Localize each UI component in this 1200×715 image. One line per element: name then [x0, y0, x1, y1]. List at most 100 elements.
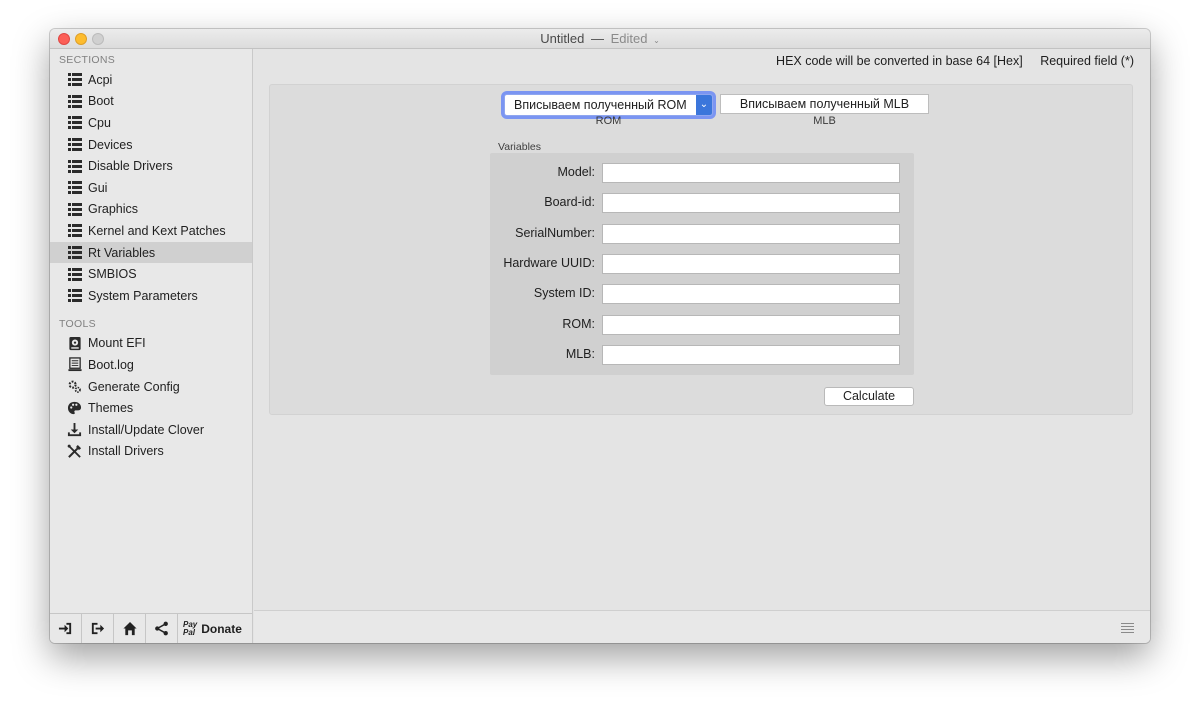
close-window-button[interactable]: [58, 33, 70, 45]
download-icon: [67, 422, 82, 437]
system-id-field[interactable]: [602, 284, 900, 305]
sidebar-item-boot[interactable]: Boot: [50, 91, 252, 113]
sidebar-item-graphics[interactable]: Graphics: [50, 199, 252, 221]
rom-label: ROM: [595, 115, 622, 127]
board-id-field[interactable]: [602, 193, 900, 214]
list-icon-wrap: [67, 223, 82, 238]
sidebar-item-label: Acpi: [88, 72, 113, 87]
list-icon-wrap: [67, 245, 82, 260]
sidebar-item-label: System Parameters: [88, 288, 198, 303]
list-icon: [67, 246, 82, 260]
donate-label: Donate: [201, 621, 242, 636]
sidebar-item-rt-variables[interactable]: Rt Variables: [50, 241, 252, 264]
export-icon: [91, 622, 105, 635]
export-button[interactable]: [82, 613, 114, 643]
zoom-window-button[interactable]: [92, 33, 104, 45]
disk-icon: [67, 336, 82, 351]
variable-label: Model:: [557, 165, 595, 179]
import-button[interactable]: [50, 613, 82, 643]
window-title: Untitled: [540, 31, 585, 46]
sidebar-tool-install-update-clover[interactable]: Install/Update Clover: [50, 419, 252, 441]
variable-label: MLB:: [565, 346, 595, 361]
variables-box: Model: Board-id: SerialNumber: Hardware UUI…: [490, 153, 914, 375]
sidebar-item-disable-drivers[interactable]: Disable Drivers: [50, 155, 252, 177]
sidebar-tool-install-drivers[interactable]: Install Drivers: [50, 441, 252, 463]
sidebar-tool-themes[interactable]: Themes: [50, 397, 252, 419]
share-button[interactable]: [146, 613, 178, 643]
hex-note: HEX code will be converted in base 64 [H…: [776, 54, 1023, 68]
list-icon: [67, 224, 82, 238]
variable-row-system-id: System ID:: [490, 284, 914, 305]
calculate-button[interactable]: Calculate: [824, 387, 914, 406]
model-field[interactable]: [602, 163, 900, 183]
sidebar-item-system-parameters[interactable]: System Parameters: [50, 285, 252, 307]
home-icon: [122, 621, 137, 636]
list-icon-wrap: [67, 72, 82, 87]
sidebar-item-smbios[interactable]: SMBIOS: [50, 263, 252, 285]
variable-row-model: Model:: [490, 163, 914, 183]
sidebar: SECTIONS Acpi Boot Cpu Devices Disable Drive…: [50, 49, 253, 643]
sidebar-item-label: Mount EFI: [88, 336, 146, 351]
palette-icon: [67, 401, 82, 416]
sidebar-item-label: Cpu: [88, 115, 111, 130]
sidebar-item-gui[interactable]: Gui: [50, 177, 252, 199]
sidebar-item-label: Disable Drivers: [88, 159, 173, 174]
rom-field[interactable]: [602, 314, 900, 335]
variable-row-board-id: Board-id:: [490, 193, 914, 214]
donate-button[interactable]: Pay Pal Donate: [178, 614, 251, 644]
menu-lines-icon[interactable]: [1121, 623, 1134, 635]
title-bar: Untitled — Edited ⌄: [50, 29, 1150, 49]
mlb-label: MLB: [813, 115, 836, 127]
title-separator: —: [590, 31, 604, 46]
serialnumber-field[interactable]: [602, 223, 900, 244]
sidebar-item-kernel-and-kext-patches[interactable]: Kernel and Kext Patches: [50, 220, 252, 242]
sections-list: Acpi Boot Cpu Devices Disable Drivers Gui Grap…: [50, 69, 252, 307]
variable-row-serialnumber: SerialNumber:: [490, 223, 914, 244]
hardware-uuid-field[interactable]: [602, 253, 900, 274]
info-bar: HEX code will be converted in base 64 [H…: [776, 54, 1134, 68]
rt-variables-panel: Вписываем полученный ROM ⌄ ROM Вписываем…: [269, 84, 1133, 415]
paypal-icon: Pay Pal: [183, 620, 197, 637]
share-icon: [155, 621, 168, 636]
sidebar-item-label: Rt Variables: [88, 245, 156, 260]
minimize-window-button[interactable]: [75, 33, 87, 45]
sidebar-item-label: Boot: [88, 94, 114, 109]
title-status: Edited: [610, 31, 648, 46]
chevron-down-icon[interactable]: ⌄: [696, 95, 712, 115]
sidebar-item-acpi[interactable]: Acpi: [50, 69, 252, 91]
list-icon: [67, 202, 82, 216]
sidebar-tool-generate-config[interactable]: Generate Config: [50, 376, 252, 398]
sidebar-item-label: Boot.log: [88, 357, 134, 372]
sidebar-item-label: Generate Config: [88, 379, 180, 394]
sidebar-tool-boot-log[interactable]: Boot.log: [50, 354, 252, 376]
variable-label: Board-id:: [544, 195, 595, 210]
rom-combobox[interactable]: Вписываем полученный ROM ⌄: [504, 94, 713, 116]
tools-heading: TOOLS: [59, 317, 96, 330]
list-icon-wrap: [67, 115, 82, 130]
home-button[interactable]: [114, 613, 146, 643]
log-icon: [67, 357, 82, 372]
sidebar-item-label: Install Drivers: [88, 444, 164, 459]
sidebar-tool-mount-efi[interactable]: Mount EFI: [50, 333, 252, 355]
list-icon: [67, 73, 82, 87]
sidebar-item-devices[interactable]: Devices: [50, 134, 252, 156]
list-icon: [67, 138, 82, 152]
mlb-field[interactable]: [602, 344, 900, 365]
variable-label: Hardware UUID:: [503, 255, 595, 270]
sections-heading: SECTIONS: [59, 54, 116, 66]
mlb-field-value: Вписываем полученный MLB: [739, 97, 910, 111]
sidebar-footer: Pay Pal Donate: [50, 613, 252, 643]
mlb-field[interactable]: Вписываем полученный MLB: [720, 94, 929, 114]
chevron-down-icon: ⌄: [653, 36, 660, 45]
sidebar-item-label: Install/Update Clover: [88, 422, 205, 437]
window-title-group[interactable]: Untitled — Edited ⌄: [540, 29, 660, 51]
import-icon: [58, 622, 72, 635]
tools-icon: [67, 444, 82, 459]
main-footer: [254, 610, 1150, 643]
list-icon-wrap: [67, 202, 82, 217]
tools-list: Mount EFI Boot.log Generate Config Themes In…: [50, 333, 252, 463]
list-icon: [67, 159, 82, 173]
sidebar-item-cpu[interactable]: Cpu: [50, 112, 252, 134]
list-icon-wrap: [67, 267, 82, 282]
list-icon-wrap: [67, 137, 82, 152]
